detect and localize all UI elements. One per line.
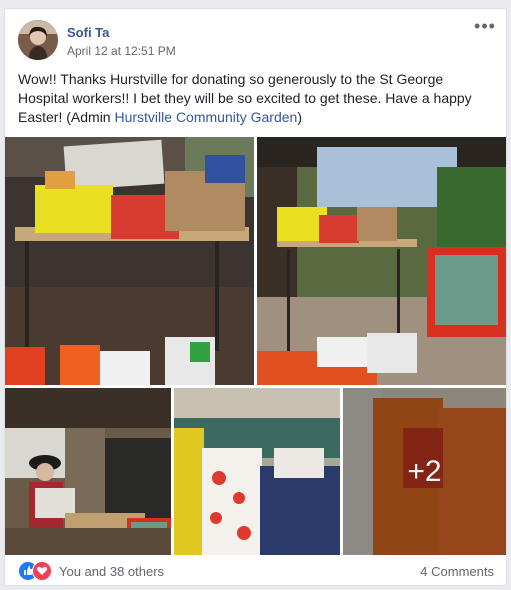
photo-4-image [174, 388, 340, 555]
photo-1-image [5, 137, 254, 385]
post-footer: You and 38 others 4 Comments [5, 557, 506, 587]
photo-2-image [257, 137, 506, 385]
photo-5[interactable]: +2 [343, 388, 506, 555]
post-text: Wow!! Thanks Hurstville for donating so … [18, 70, 496, 127]
photo-3-image [5, 388, 171, 555]
post-timestamp[interactable]: April 12 at 12:51 PM [67, 44, 176, 58]
photo-grid: +2 [5, 137, 506, 555]
comments-count[interactable]: 4 Comments [420, 564, 494, 579]
love-icon [32, 561, 52, 581]
community-garden-link[interactable]: Hurstville Community Garden [114, 109, 297, 125]
photo-4[interactable] [174, 388, 340, 555]
post-text-end: ) [297, 109, 302, 125]
avatar[interactable] [18, 20, 58, 60]
post-card: Sofi Ta April 12 at 12:51 PM ••• Wow!! T… [4, 8, 507, 586]
photo-2[interactable] [257, 137, 506, 385]
post-header: Sofi Ta April 12 at 12:51 PM ••• [5, 9, 506, 69]
author-name[interactable]: Sofi Ta [67, 25, 109, 40]
more-options-icon[interactable]: ••• [474, 17, 496, 37]
reactors-text[interactable]: You and 38 others [59, 564, 164, 579]
photo-1[interactable] [5, 137, 254, 385]
more-photos-overlay[interactable]: +2 [343, 388, 506, 555]
photo-3[interactable] [5, 388, 171, 555]
